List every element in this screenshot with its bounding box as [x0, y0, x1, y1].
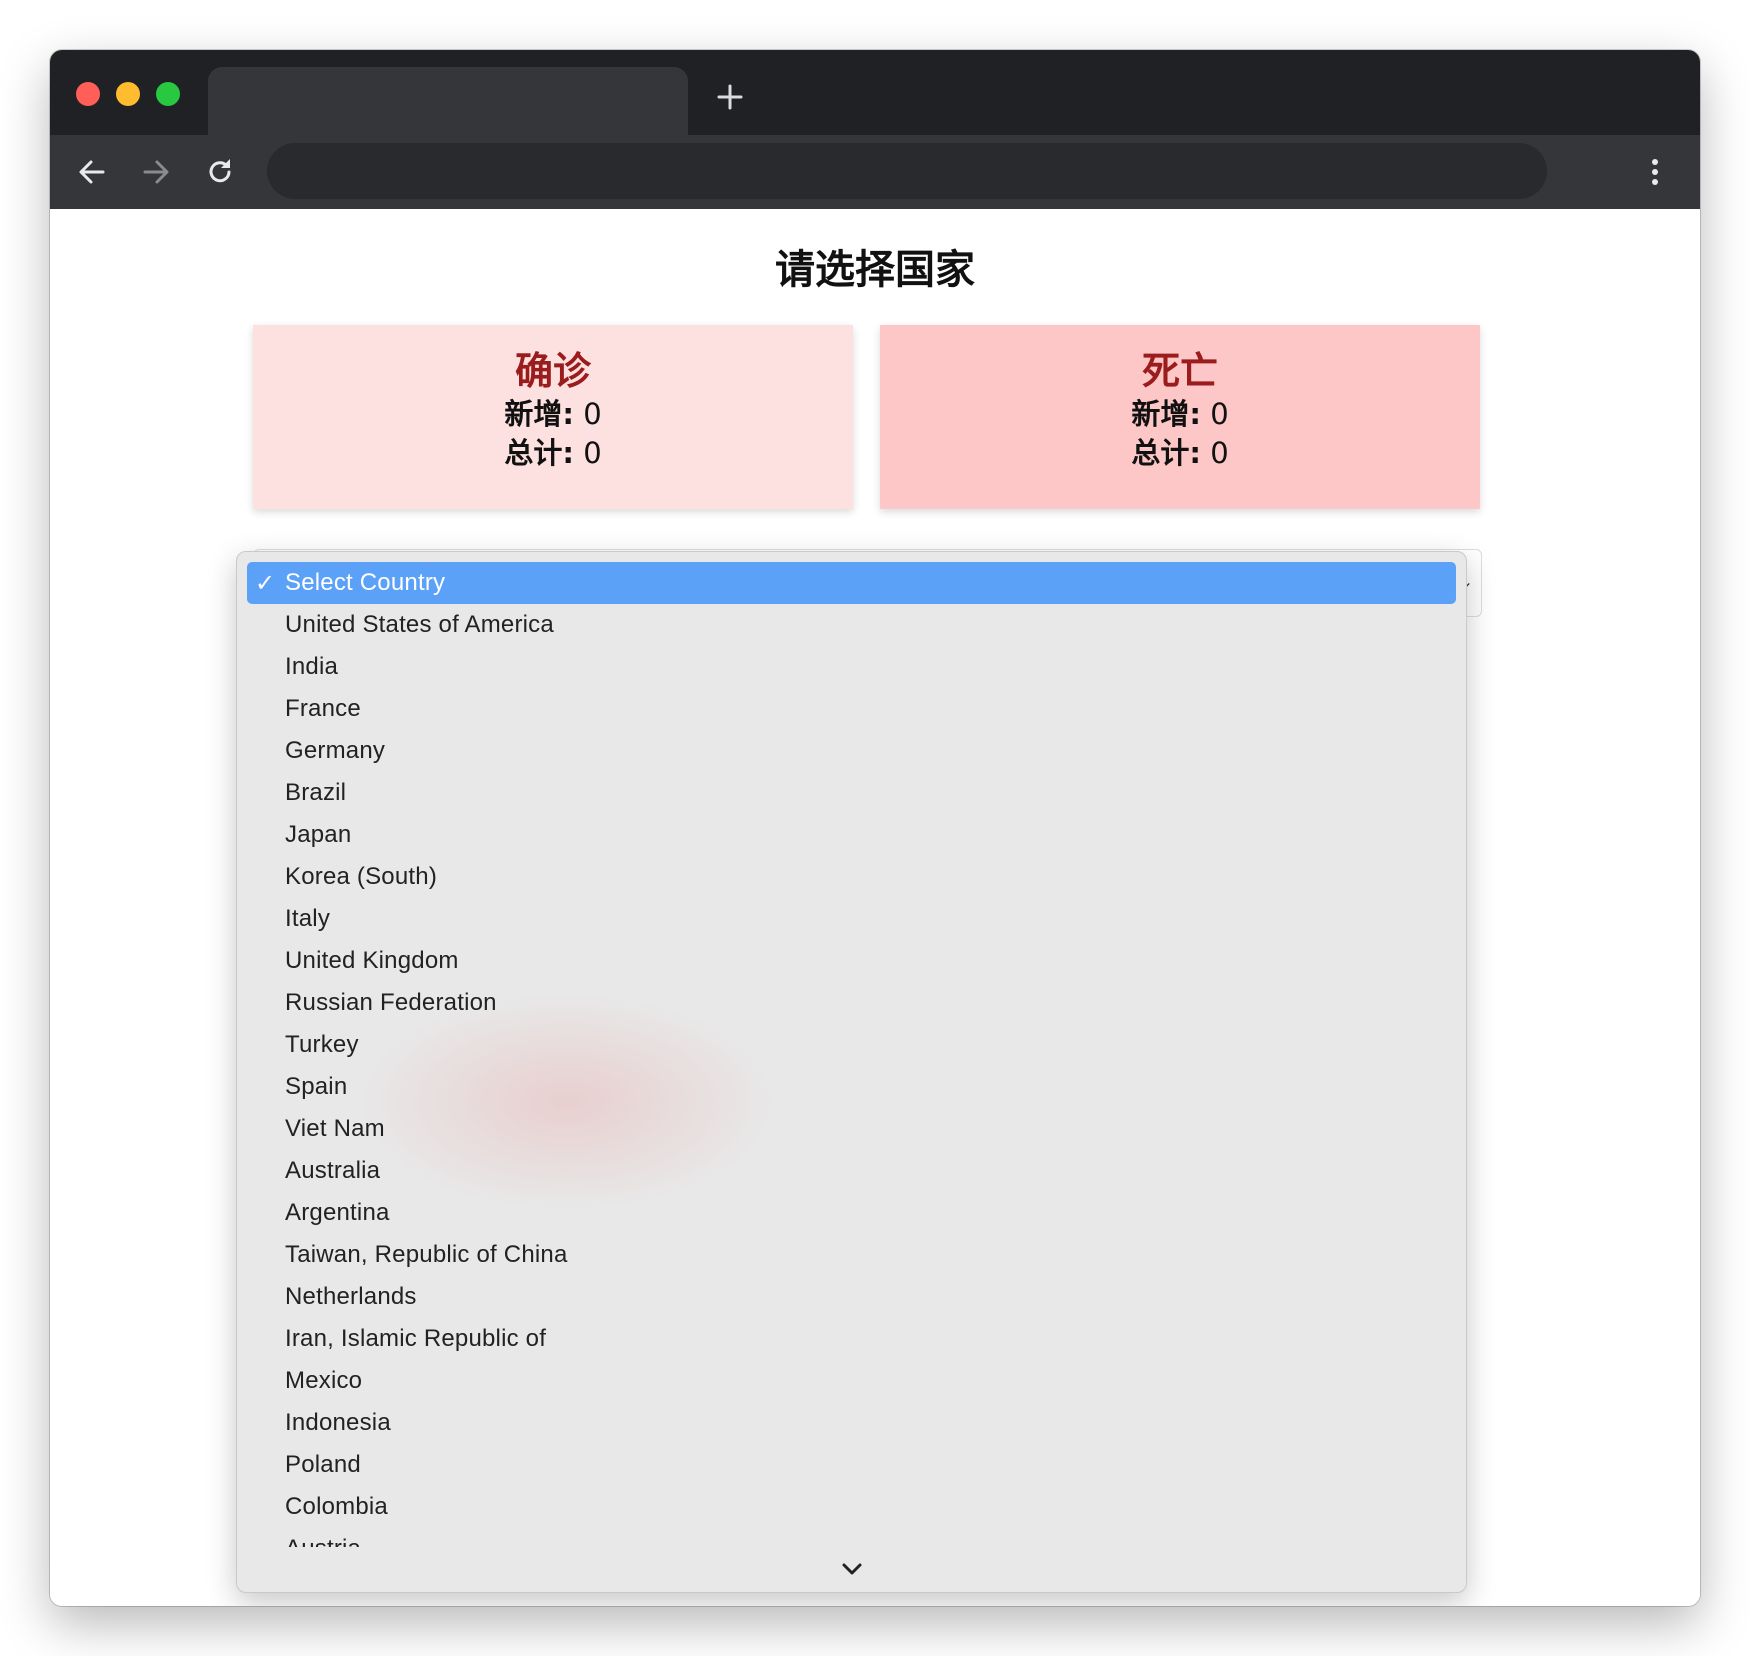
confirmed-card: 确诊 新增: 0 总计: 0 — [253, 325, 853, 509]
browser-window: 请选择国家 确诊 新增: 0 总计: 0 死亡 新增: 0 总计: 0 ✓ Se… — [50, 50, 1700, 1606]
country-option[interactable]: Italy — [237, 898, 1466, 940]
country-option-label: Mexico — [285, 1367, 363, 1394]
country-option-label: Iran, Islamic Republic of — [285, 1325, 547, 1352]
country-option-selected[interactable]: ✓ Select Country — [247, 562, 1456, 604]
country-option-label: Korea (South) — [285, 863, 438, 890]
plus-icon[interactable] — [710, 78, 750, 118]
close-window-button[interactable] — [76, 82, 100, 106]
arrow-left-icon[interactable] — [69, 149, 115, 195]
deaths-new-row: 新增: 0 — [880, 395, 1480, 434]
minimize-window-button[interactable] — [116, 82, 140, 106]
country-option[interactable]: United States of America — [237, 604, 1466, 646]
country-option[interactable]: Colombia — [237, 1486, 1466, 1528]
country-option-label: Spain — [285, 1073, 348, 1100]
country-option-label: Poland — [285, 1451, 361, 1478]
country-option[interactable]: Mexico — [237, 1360, 1466, 1402]
country-option[interactable]: Iran, Islamic Republic of — [237, 1318, 1466, 1360]
browser-toolbar — [50, 135, 1700, 209]
country-option-label: Italy — [285, 905, 331, 932]
country-option[interactable]: Turkey — [237, 1024, 1466, 1066]
country-option-label: Indonesia — [285, 1409, 391, 1436]
confirmed-card-title: 确诊 — [514, 349, 591, 393]
country-option[interactable]: Germany — [237, 730, 1466, 772]
country-option-label: Viet Nam — [285, 1115, 385, 1142]
chevron-down-icon[interactable] — [837, 1554, 867, 1584]
country-option-label: Japan — [285, 821, 352, 848]
confirmed-new-value: 0 — [583, 397, 602, 431]
country-option-label: Colombia — [285, 1493, 388, 1520]
country-option-label: Russian Federation — [285, 989, 497, 1016]
arrow-right-icon[interactable] — [133, 149, 179, 195]
deaths-total-row: 总计: 0 — [880, 434, 1480, 473]
country-option[interactable]: Argentina — [237, 1192, 1466, 1234]
deaths-card: 死亡 新增: 0 总计: 0 — [880, 325, 1480, 509]
country-option-label: United States of America — [285, 611, 554, 638]
country-option-label: Brazil — [285, 779, 347, 806]
country-option-label: Select Country — [285, 569, 446, 596]
confirmed-total-label: 总计: — [504, 436, 574, 470]
confirmed-total-row: 总计: 0 — [253, 434, 853, 473]
page-content: 请选择国家 确诊 新增: 0 总计: 0 死亡 新增: 0 总计: 0 ✓ Se… — [50, 209, 1700, 1606]
country-option-label: Australia — [285, 1157, 381, 1184]
country-option-label: United Kingdom — [285, 947, 459, 974]
country-option[interactable]: Russian Federation — [237, 982, 1466, 1024]
page-title: 请选择国家 — [775, 247, 975, 293]
country-dropdown-menu[interactable]: ✓ Select Country United States of America I… — [236, 551, 1467, 1593]
country-option-list: ✓ Select Country United States of America I… — [237, 562, 1466, 1547]
country-option[interactable]: Spain — [237, 1066, 1466, 1108]
confirmed-total-value: 0 — [583, 436, 602, 470]
browser-tab[interactable] — [208, 67, 688, 135]
reload-icon[interactable] — [197, 149, 243, 195]
country-option[interactable]: Korea (South) — [237, 856, 1466, 898]
address-bar[interactable] — [267, 143, 1547, 199]
country-option-label: Turkey — [285, 1031, 359, 1058]
maximize-window-button[interactable] — [156, 82, 180, 106]
country-option-label: Taiwan, Republic of China — [285, 1241, 568, 1268]
country-option-label: Netherlands — [285, 1283, 417, 1310]
country-option-label: Argentina — [285, 1199, 390, 1226]
country-option[interactable]: Indonesia — [237, 1402, 1466, 1444]
country-option[interactable]: Austria — [237, 1528, 1466, 1547]
country-option[interactable]: United Kingdom — [237, 940, 1466, 982]
deaths-new-value: 0 — [1210, 397, 1229, 431]
country-option-label: France — [285, 695, 361, 722]
deaths-new-label: 新增: — [1131, 397, 1201, 431]
deaths-card-title: 死亡 — [1141, 349, 1218, 393]
country-option[interactable]: France — [237, 688, 1466, 730]
deaths-total-label: 总计: — [1131, 436, 1201, 470]
country-option[interactable]: India — [237, 646, 1466, 688]
country-option[interactable]: Netherlands — [237, 1276, 1466, 1318]
country-option[interactable]: Japan — [237, 814, 1466, 856]
country-option[interactable]: Taiwan, Republic of China — [237, 1234, 1466, 1276]
country-option-label: Austria — [285, 1535, 361, 1547]
country-option[interactable]: Australia — [237, 1150, 1466, 1192]
deaths-total-value: 0 — [1210, 436, 1229, 470]
confirmed-new-label: 新增: — [504, 397, 574, 431]
country-option-label: India — [285, 653, 339, 680]
confirmed-new-row: 新增: 0 — [253, 395, 853, 434]
country-option-label: Germany — [285, 737, 386, 764]
country-option[interactable]: Poland — [237, 1444, 1466, 1486]
vertical-dots-icon[interactable] — [1640, 149, 1670, 195]
country-option[interactable]: Viet Nam — [237, 1108, 1466, 1150]
checkmark-icon: ✓ — [255, 569, 276, 597]
country-option[interactable]: Brazil — [237, 772, 1466, 814]
browser-titlebar — [50, 50, 1700, 135]
